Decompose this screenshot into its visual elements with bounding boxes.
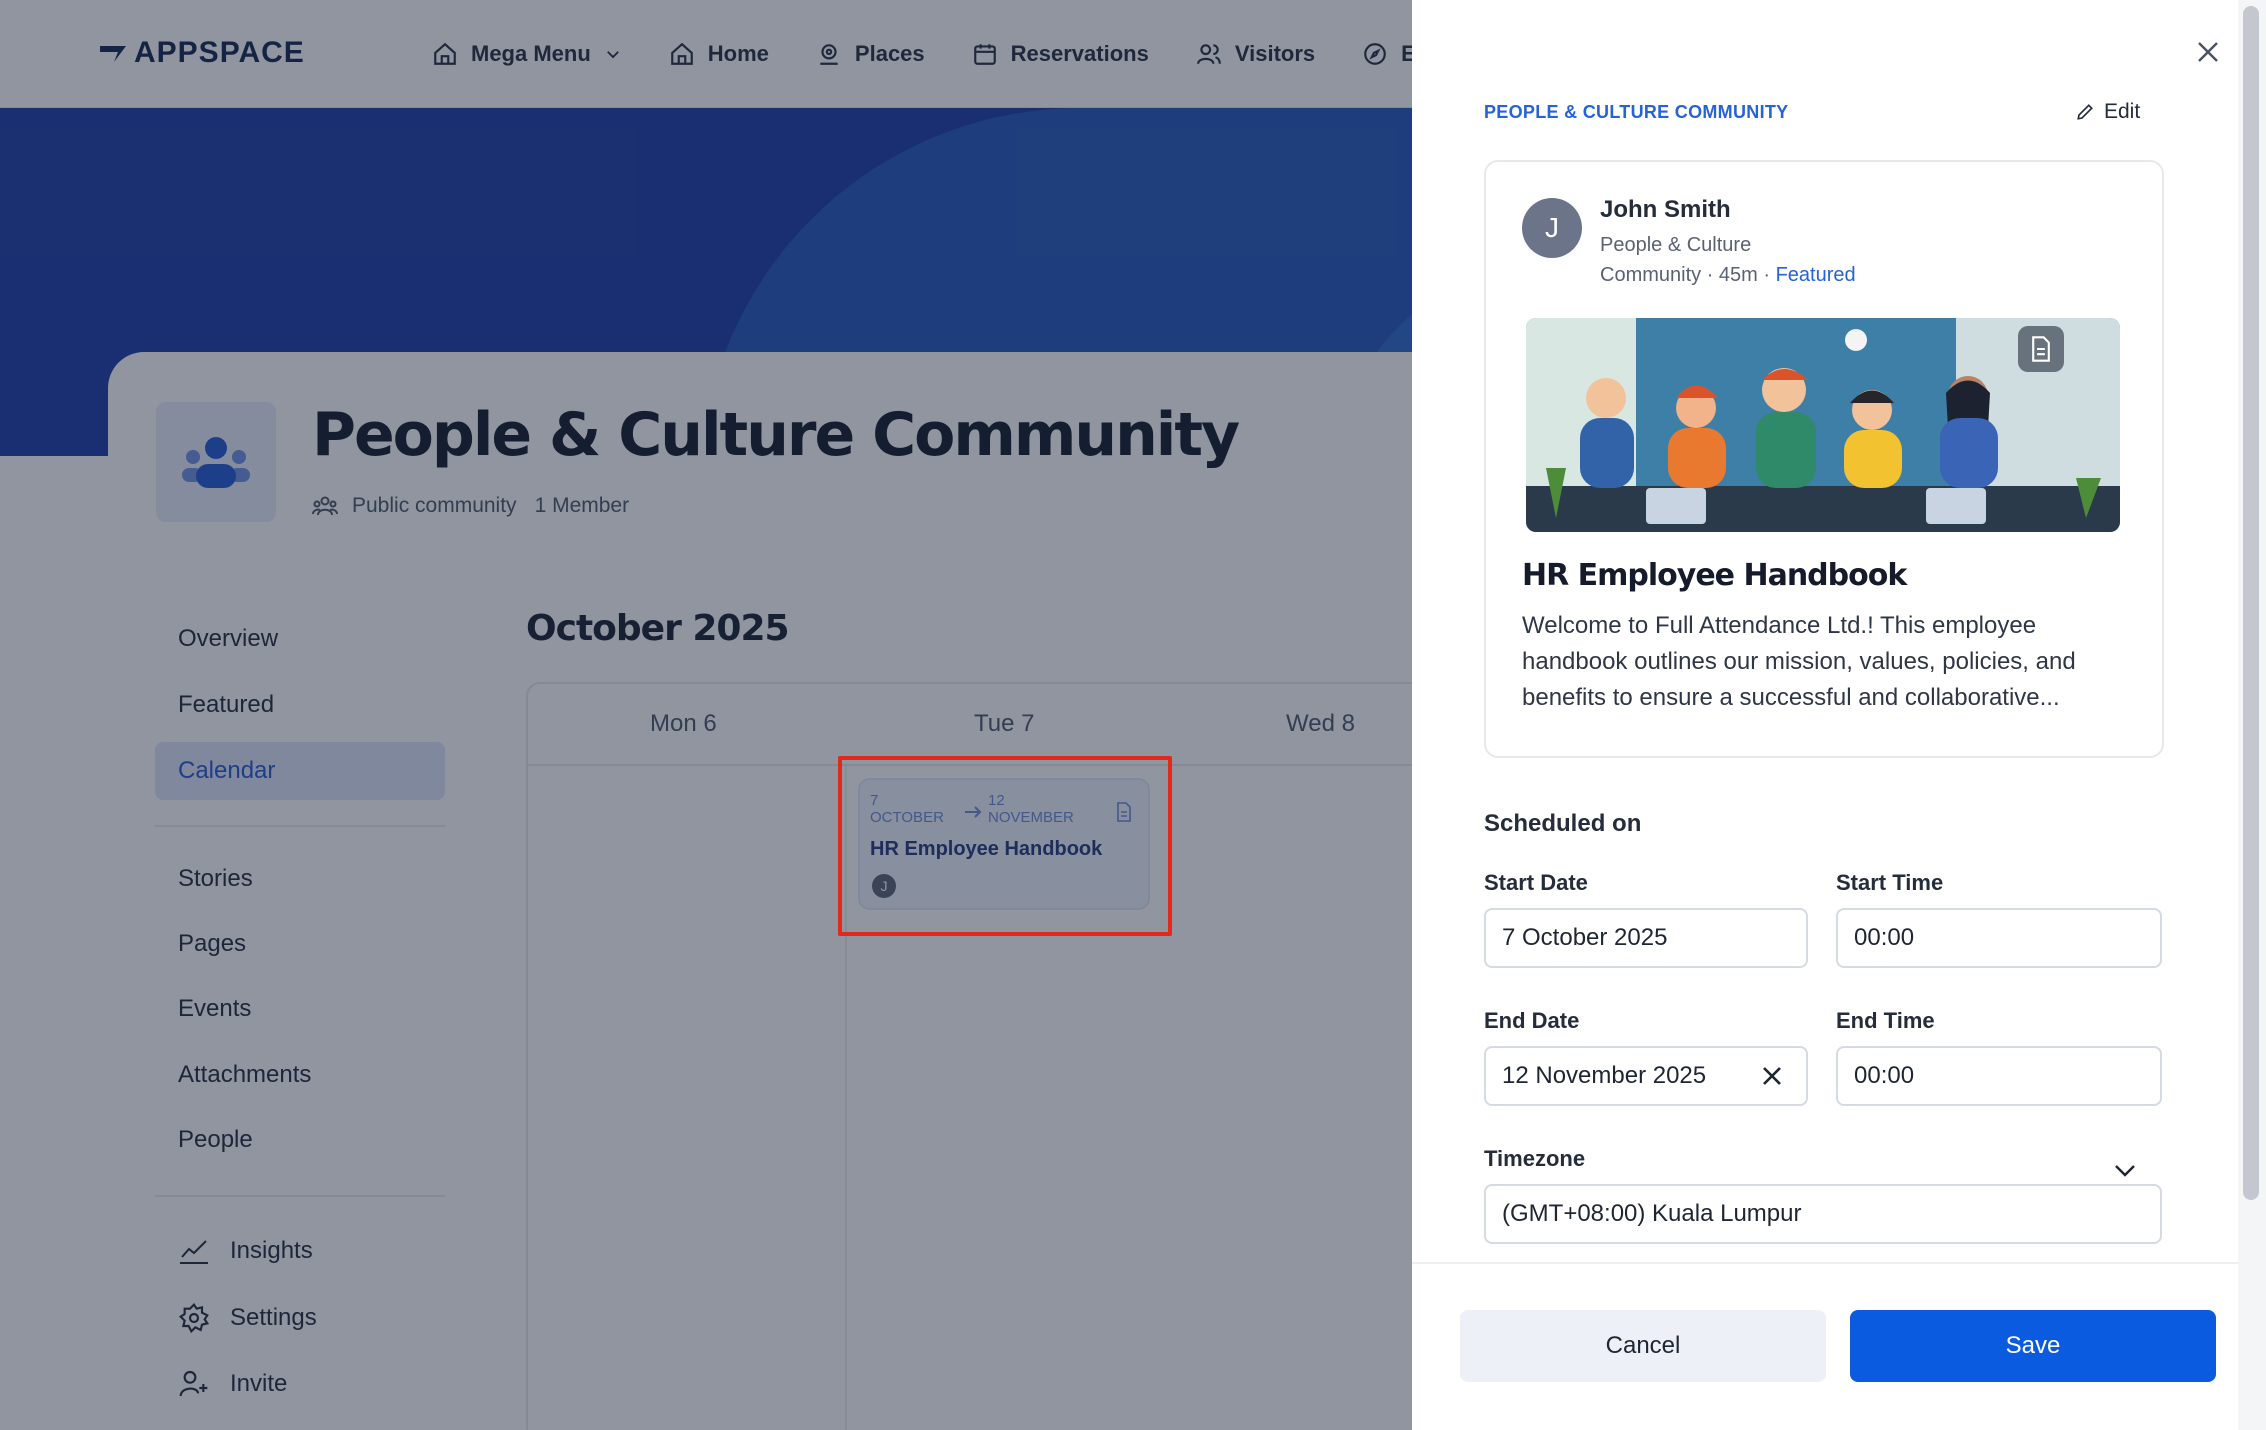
scheduled-heading: Scheduled on bbox=[1484, 810, 1642, 837]
post-card[interactable]: J John Smith People & Culture Community … bbox=[1484, 160, 2164, 758]
pencil-icon bbox=[2077, 104, 2093, 120]
attachment-badge bbox=[2018, 326, 2064, 372]
start-date-value: 7 October 2025 bbox=[1502, 924, 1668, 951]
document-icon bbox=[2032, 336, 2050, 362]
start-time-value: 00:00 bbox=[1854, 924, 1915, 951]
post-meta: People & Culture Community · 45m · Featu… bbox=[1600, 230, 1856, 290]
start-date-label: Start Date bbox=[1484, 870, 1588, 895]
modal-backdrop[interactable] bbox=[0, 0, 1412, 1430]
close-icon[interactable] bbox=[2196, 40, 2220, 64]
schedule-side-panel: PEOPLE & CULTURE COMMUNITY Edit J John S… bbox=[1412, 0, 2266, 1430]
featured-badge: Featured bbox=[1775, 264, 1856, 286]
timezone-value: (GMT+08:00) Kuala Lumpur bbox=[1502, 1200, 1802, 1227]
chevron-down-icon[interactable] bbox=[2114, 1164, 2136, 1178]
panel-community-label[interactable]: PEOPLE & CULTURE COMMUNITY bbox=[1484, 102, 1788, 123]
post-community-name: People & Culture bbox=[1600, 234, 1752, 256]
clear-icon[interactable] bbox=[1762, 1066, 1782, 1086]
end-date-label: End Date bbox=[1484, 1008, 1580, 1033]
end-date-value: 12 November 2025 bbox=[1502, 1062, 1707, 1089]
event-highlight-box bbox=[838, 756, 1172, 936]
end-date-field[interactable]: 12 November 2025 bbox=[1484, 1046, 1808, 1106]
edit-button[interactable]: Edit bbox=[2076, 100, 2140, 124]
timezone-select[interactable]: (GMT+08:00) Kuala Lumpur bbox=[1484, 1184, 2162, 1244]
start-time-field[interactable]: 00:00 bbox=[1836, 908, 2162, 968]
end-time-field[interactable]: 00:00 bbox=[1836, 1046, 2162, 1106]
post-excerpt: Welcome to Full Attendance Ltd.! This em… bbox=[1522, 612, 2076, 711]
post-community-time: Community · 45m · bbox=[1600, 264, 1771, 286]
panel-scrollbar-thumb[interactable] bbox=[2243, 6, 2259, 1200]
end-time-label: End Time bbox=[1836, 1008, 1935, 1033]
post-title: HR Employee Handbook bbox=[1522, 558, 1907, 593]
author-name: John Smith bbox=[1600, 196, 1731, 223]
timezone-label: Timezone bbox=[1484, 1146, 1586, 1171]
author-avatar: J bbox=[1522, 198, 1582, 258]
start-date-field[interactable]: 7 October 2025 bbox=[1484, 908, 1808, 968]
save-button[interactable]: Save bbox=[1850, 1310, 2216, 1382]
footer-divider bbox=[1412, 1262, 2266, 1264]
end-time-value: 00:00 bbox=[1854, 1062, 1915, 1089]
edit-button-label: Edit bbox=[2104, 100, 2141, 123]
cancel-button[interactable]: Cancel bbox=[1460, 1310, 1826, 1382]
start-time-label: Start Time bbox=[1836, 870, 1944, 895]
